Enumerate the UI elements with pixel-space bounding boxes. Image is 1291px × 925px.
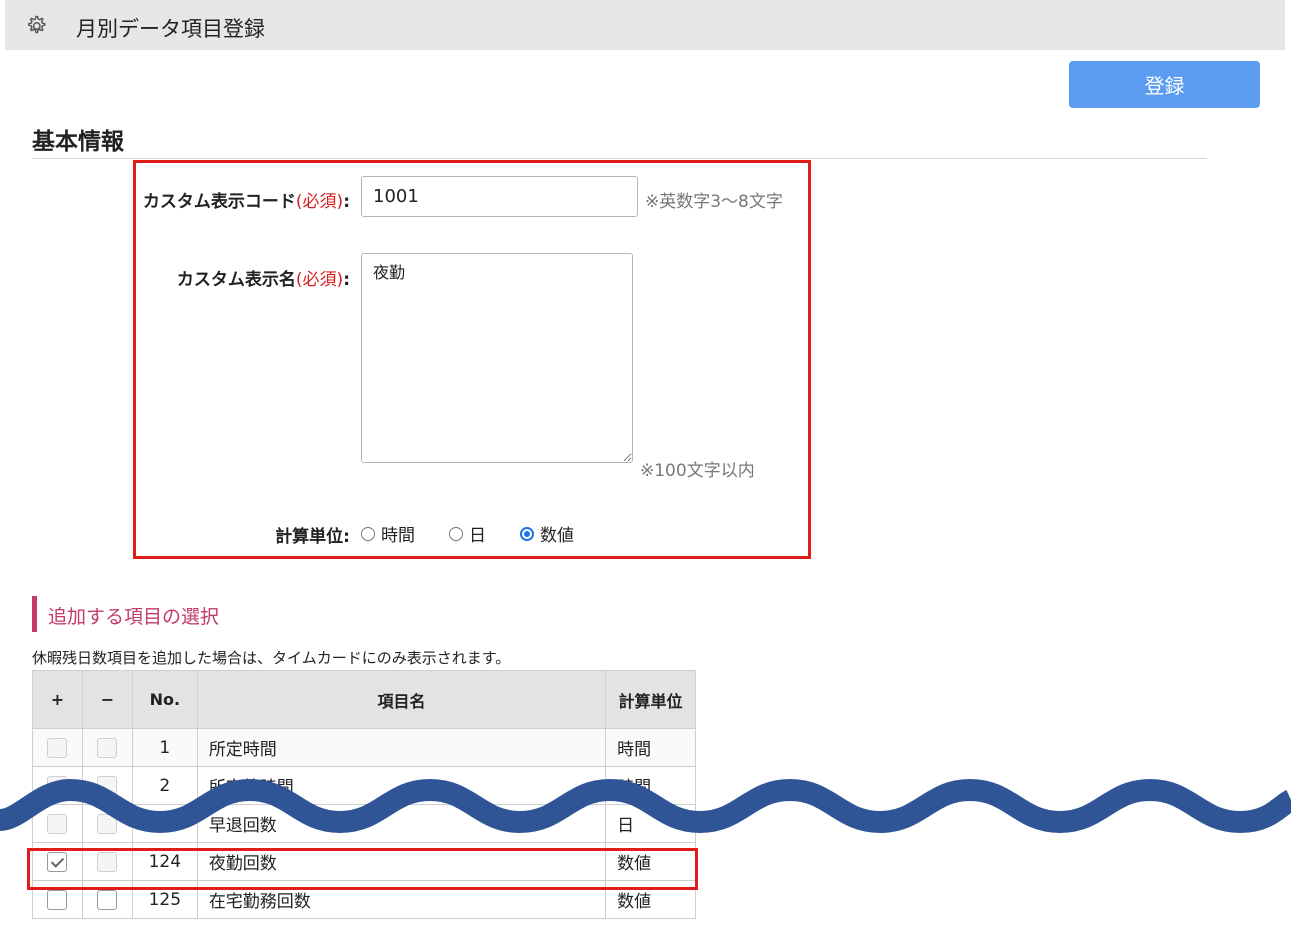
column-header-unit: 計算単位 — [605, 670, 696, 729]
item-no: 1 — [131, 728, 198, 767]
gear-icon[interactable] — [23, 13, 49, 39]
unit-option-label: 数値 — [540, 526, 574, 546]
add-checkbox[interactable] — [47, 737, 68, 758]
subsection-title: 追加する項目の選択 — [48, 606, 220, 628]
column-header-add: + — [32, 670, 83, 729]
section-title-basic-info: 基本情報 — [32, 129, 124, 155]
radio-button-selected-icon[interactable] — [520, 526, 534, 541]
column-header-no: No. — [131, 670, 198, 729]
code-input[interactable] — [361, 176, 638, 217]
unit-radio-number[interactable]: 数値 — [520, 521, 574, 546]
table-row: 1 所定時間 時間 — [32, 728, 696, 767]
page-header: 月別データ項目登録 — [5, 0, 1285, 50]
remove-cell — [81, 728, 133, 767]
subsection-accent-bar — [32, 596, 37, 632]
unit-field-label: 計算単位: — [275, 527, 350, 547]
code-required-mark: (必須) — [295, 192, 344, 212]
name-label-text: カスタム表示名 — [176, 270, 296, 290]
submit-button[interactable]: 登録 — [1069, 61, 1260, 108]
code-note: ※英数字3～8文字 — [645, 192, 783, 212]
add-checkbox[interactable] — [47, 889, 68, 910]
table-header-row: + − No. 項目名 計算単位 — [32, 670, 696, 729]
remove-checkbox[interactable] — [97, 737, 118, 758]
code-label-colon: : — [343, 192, 350, 212]
omission-wave-marker — [0, 778, 1291, 834]
section-divider — [32, 158, 1207, 159]
remove-checkbox[interactable] — [97, 889, 118, 910]
code-field-label: カスタム表示コード(必須): — [143, 187, 350, 212]
column-header-remove: − — [81, 670, 133, 729]
name-field-label: カスタム表示名(必須): — [177, 265, 350, 290]
name-textarea[interactable]: 夜勤 — [361, 253, 633, 463]
name-note: ※100文字以内 — [640, 461, 755, 481]
item-name: 所定時間 — [196, 728, 607, 767]
unit-option-label: 日 — [469, 526, 486, 546]
column-header-name: 項目名 — [196, 670, 607, 729]
name-label-colon: : — [343, 270, 350, 290]
unit-radio-days[interactable]: 日 — [449, 521, 486, 546]
page-title: 月別データ項目登録 — [76, 17, 265, 41]
radio-button-icon[interactable] — [449, 526, 463, 541]
add-cell — [32, 728, 83, 767]
unit-option-label: 時間 — [381, 526, 415, 546]
items-description: 休暇残日数項目を追加した場合は、タイムカードにのみ表示されます。 — [32, 649, 511, 667]
unit-radio-group: 時間 日 数値 — [361, 521, 608, 546]
radio-button-icon[interactable] — [361, 526, 375, 541]
code-label-text: カスタム表示コード — [142, 192, 296, 212]
name-required-mark: (必須) — [295, 270, 344, 290]
unit-radio-hours[interactable]: 時間 — [361, 521, 415, 546]
item-unit: 時間 — [605, 728, 696, 767]
